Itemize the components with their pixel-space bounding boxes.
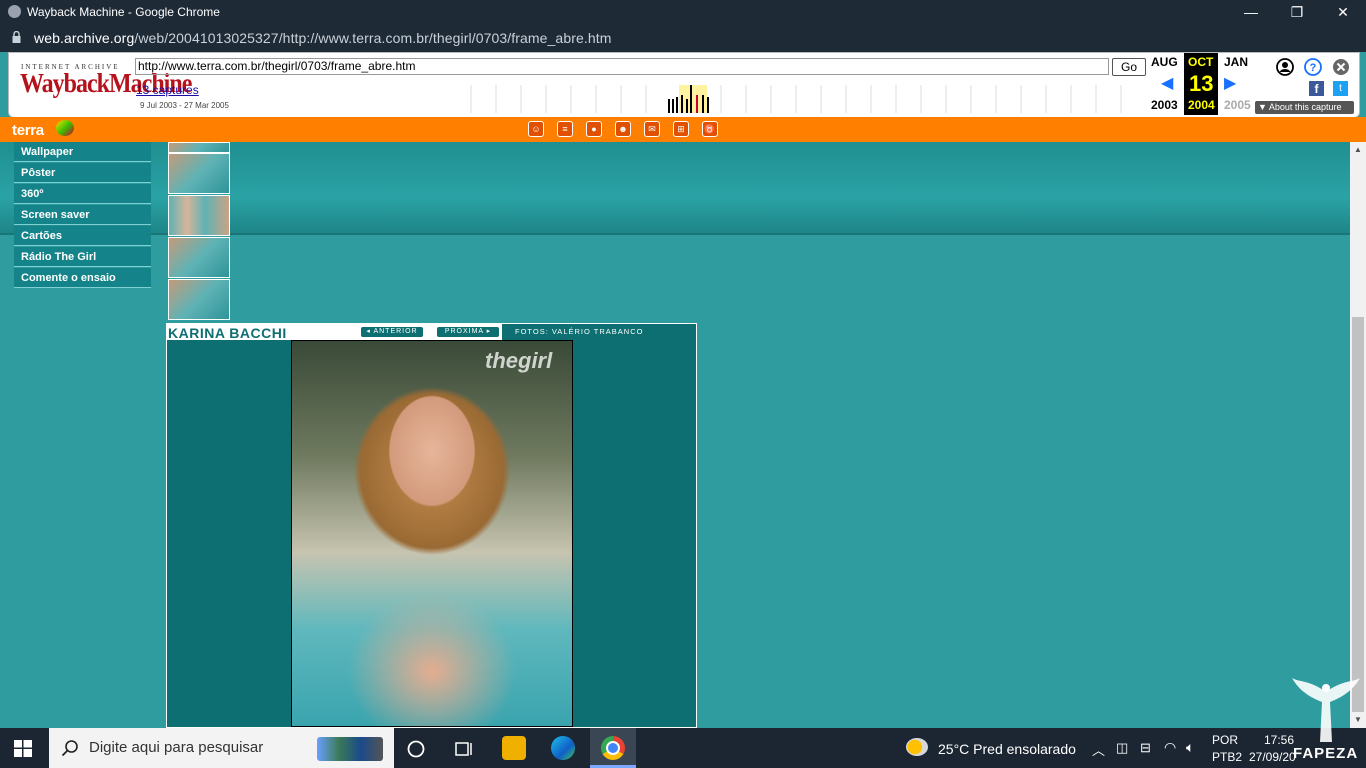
address-bar[interactable]: web.archive.org/web/20041013025327/http:… (0, 24, 1366, 52)
go-button[interactable]: Go (1112, 58, 1146, 76)
twitter-icon[interactable]: t (1333, 81, 1348, 96)
sidebar-item-screen-saver[interactable]: Screen saver (14, 205, 151, 225)
current-day: 13 (1189, 71, 1214, 96)
terra-ball-icon (56, 120, 74, 136)
lock-icon (12, 31, 21, 43)
taskbar-search-box[interactable]: Digite aqui para pesquisar (49, 728, 394, 768)
show-hidden-icons-icon[interactable]: ︿ (1092, 740, 1105, 759)
capture-sparkline[interactable] (469, 85, 1145, 113)
close-window-button[interactable]: ✕ (1320, 0, 1366, 24)
maximize-button[interactable]: ❐ (1274, 0, 1320, 24)
cortana-icon[interactable] (406, 739, 426, 759)
edge-browser-icon[interactable] (551, 736, 575, 760)
facebook-icon[interactable]: f (1309, 81, 1324, 96)
chrome-icon-center (606, 741, 620, 755)
sidebar-item-radio[interactable]: Rádio The Girl (14, 247, 151, 267)
current-year: 2004 (1188, 98, 1215, 112)
next-month[interactable]: JAN (1224, 55, 1248, 69)
keyboard-layout[interactable]: PTB2 (1212, 750, 1242, 764)
windows-taskbar: Digite aqui para pesquisar 25°C Pred ens… (0, 728, 1366, 768)
address-url[interactable]: web.archive.org/web/20041013025327/http:… (34, 30, 611, 46)
svg-text:?: ? (1310, 62, 1317, 74)
close-toolbar-icon[interactable] (1332, 58, 1350, 76)
sports-icon[interactable]: ● (586, 121, 602, 137)
wayback-url-input[interactable]: http://www.terra.com.br/thegirl/0703/fra… (135, 58, 1109, 75)
sidebar-item-cartoes[interactable]: Cartões (14, 226, 151, 246)
mail-icon[interactable]: ✉ (644, 121, 660, 137)
prev-month[interactable]: AUG (1151, 55, 1178, 69)
chat-icon[interactable]: ☺ (528, 121, 544, 137)
window-title-bar: Wayback Machine - Google Chrome — ❐ ✕ (0, 0, 1366, 24)
weather-text[interactable]: 25°C Pred ensolarado (938, 741, 1076, 757)
search-icon (61, 740, 78, 757)
weather-sunny-icon[interactable] (906, 738, 928, 756)
gallery-thumbnail[interactable] (168, 153, 230, 194)
sidebar-item-wallpaper[interactable]: Wallpaper (14, 142, 151, 162)
wayback-toolbar: INTERNET ARCHIVE WaybackMachine http://w… (8, 52, 1360, 118)
windows-start-icon[interactable] (14, 740, 32, 757)
gallery-thumbnail[interactable] (168, 142, 230, 153)
current-month: OCT (1188, 55, 1214, 69)
shopping-cart-icon[interactable]: ⊞ (673, 121, 689, 137)
news-icon[interactable]: ≡ (557, 121, 573, 137)
wifi-icon[interactable]: ◠ (1164, 739, 1176, 756)
gallery-thumbnail[interactable] (168, 195, 230, 236)
meet-now-icon[interactable]: ◫ (1116, 740, 1128, 756)
minimize-button[interactable]: — (1228, 0, 1274, 24)
language-indicator[interactable]: POR (1212, 733, 1238, 747)
terra-logo[interactable]: terra (12, 122, 44, 139)
search-highlight-icon[interactable] (317, 737, 383, 761)
chrome-wayback-favicon-icon (8, 5, 21, 18)
gallery-thumbnail[interactable] (168, 237, 230, 278)
prev-year[interactable]: 2003 (1151, 98, 1178, 112)
network-device-icon[interactable]: ⊟ (1140, 740, 1151, 756)
about-capture-button[interactable]: ▼ About this capture (1255, 101, 1354, 114)
user-account-icon[interactable] (1276, 58, 1294, 76)
entertainment-icon[interactable]: ☻ (615, 121, 631, 137)
clock-date[interactable]: 27/09/20 (1249, 750, 1296, 764)
next-capture-arrow-icon[interactable]: ▶ (1224, 73, 1236, 93)
next-photo-button[interactable]: PRÓXIMA ▸ (437, 327, 499, 337)
main-photo (291, 340, 573, 727)
file-explorer-icon[interactable] (502, 736, 526, 760)
url-host: web.archive.org (34, 30, 135, 46)
prev-capture-arrow-icon[interactable]: ◀ (1161, 73, 1173, 93)
window-title: Wayback Machine - Google Chrome (27, 5, 220, 19)
previous-photo-button[interactable]: ◂ ANTERIOR (361, 327, 423, 337)
captures-link[interactable]: 13 captures (136, 83, 199, 97)
scrollbar-thumb[interactable] (1352, 317, 1364, 712)
url-path: /web/20041013025327/http://www.terra.com… (134, 30, 612, 46)
capture-date-range: 9 Jul 2003 - 27 Mar 2005 (140, 101, 229, 110)
fapeza-watermark: FAPEZA (1293, 745, 1359, 762)
task-view-icon[interactable] (454, 739, 474, 759)
help-icon[interactable]: ? (1304, 58, 1322, 76)
search-placeholder: Digite aqui para pesquisar (89, 739, 264, 756)
sidebar-item-comente[interactable]: Comente o ensaio (14, 268, 151, 288)
volume-icon[interactable]: 🔈︎ (1186, 739, 1194, 756)
horoscope-icon[interactable]: ♉ (702, 121, 718, 137)
angel-watermark-icon (1292, 678, 1360, 742)
sidebar-item-poster[interactable]: Pôster (14, 163, 151, 183)
photo-credit: FOTOS: VALÉRIO TRABANCO (502, 324, 696, 340)
gallery-thumbnail[interactable] (168, 279, 230, 320)
model-name: KARINA BACCHI (168, 325, 287, 341)
next-year[interactable]: 2005 (1224, 98, 1251, 112)
scroll-up-arrow-icon[interactable]: ▲ (1350, 143, 1366, 157)
thegirl-watermark: thegirl (485, 348, 553, 373)
sidebar-item-360[interactable]: 360º (14, 184, 151, 204)
